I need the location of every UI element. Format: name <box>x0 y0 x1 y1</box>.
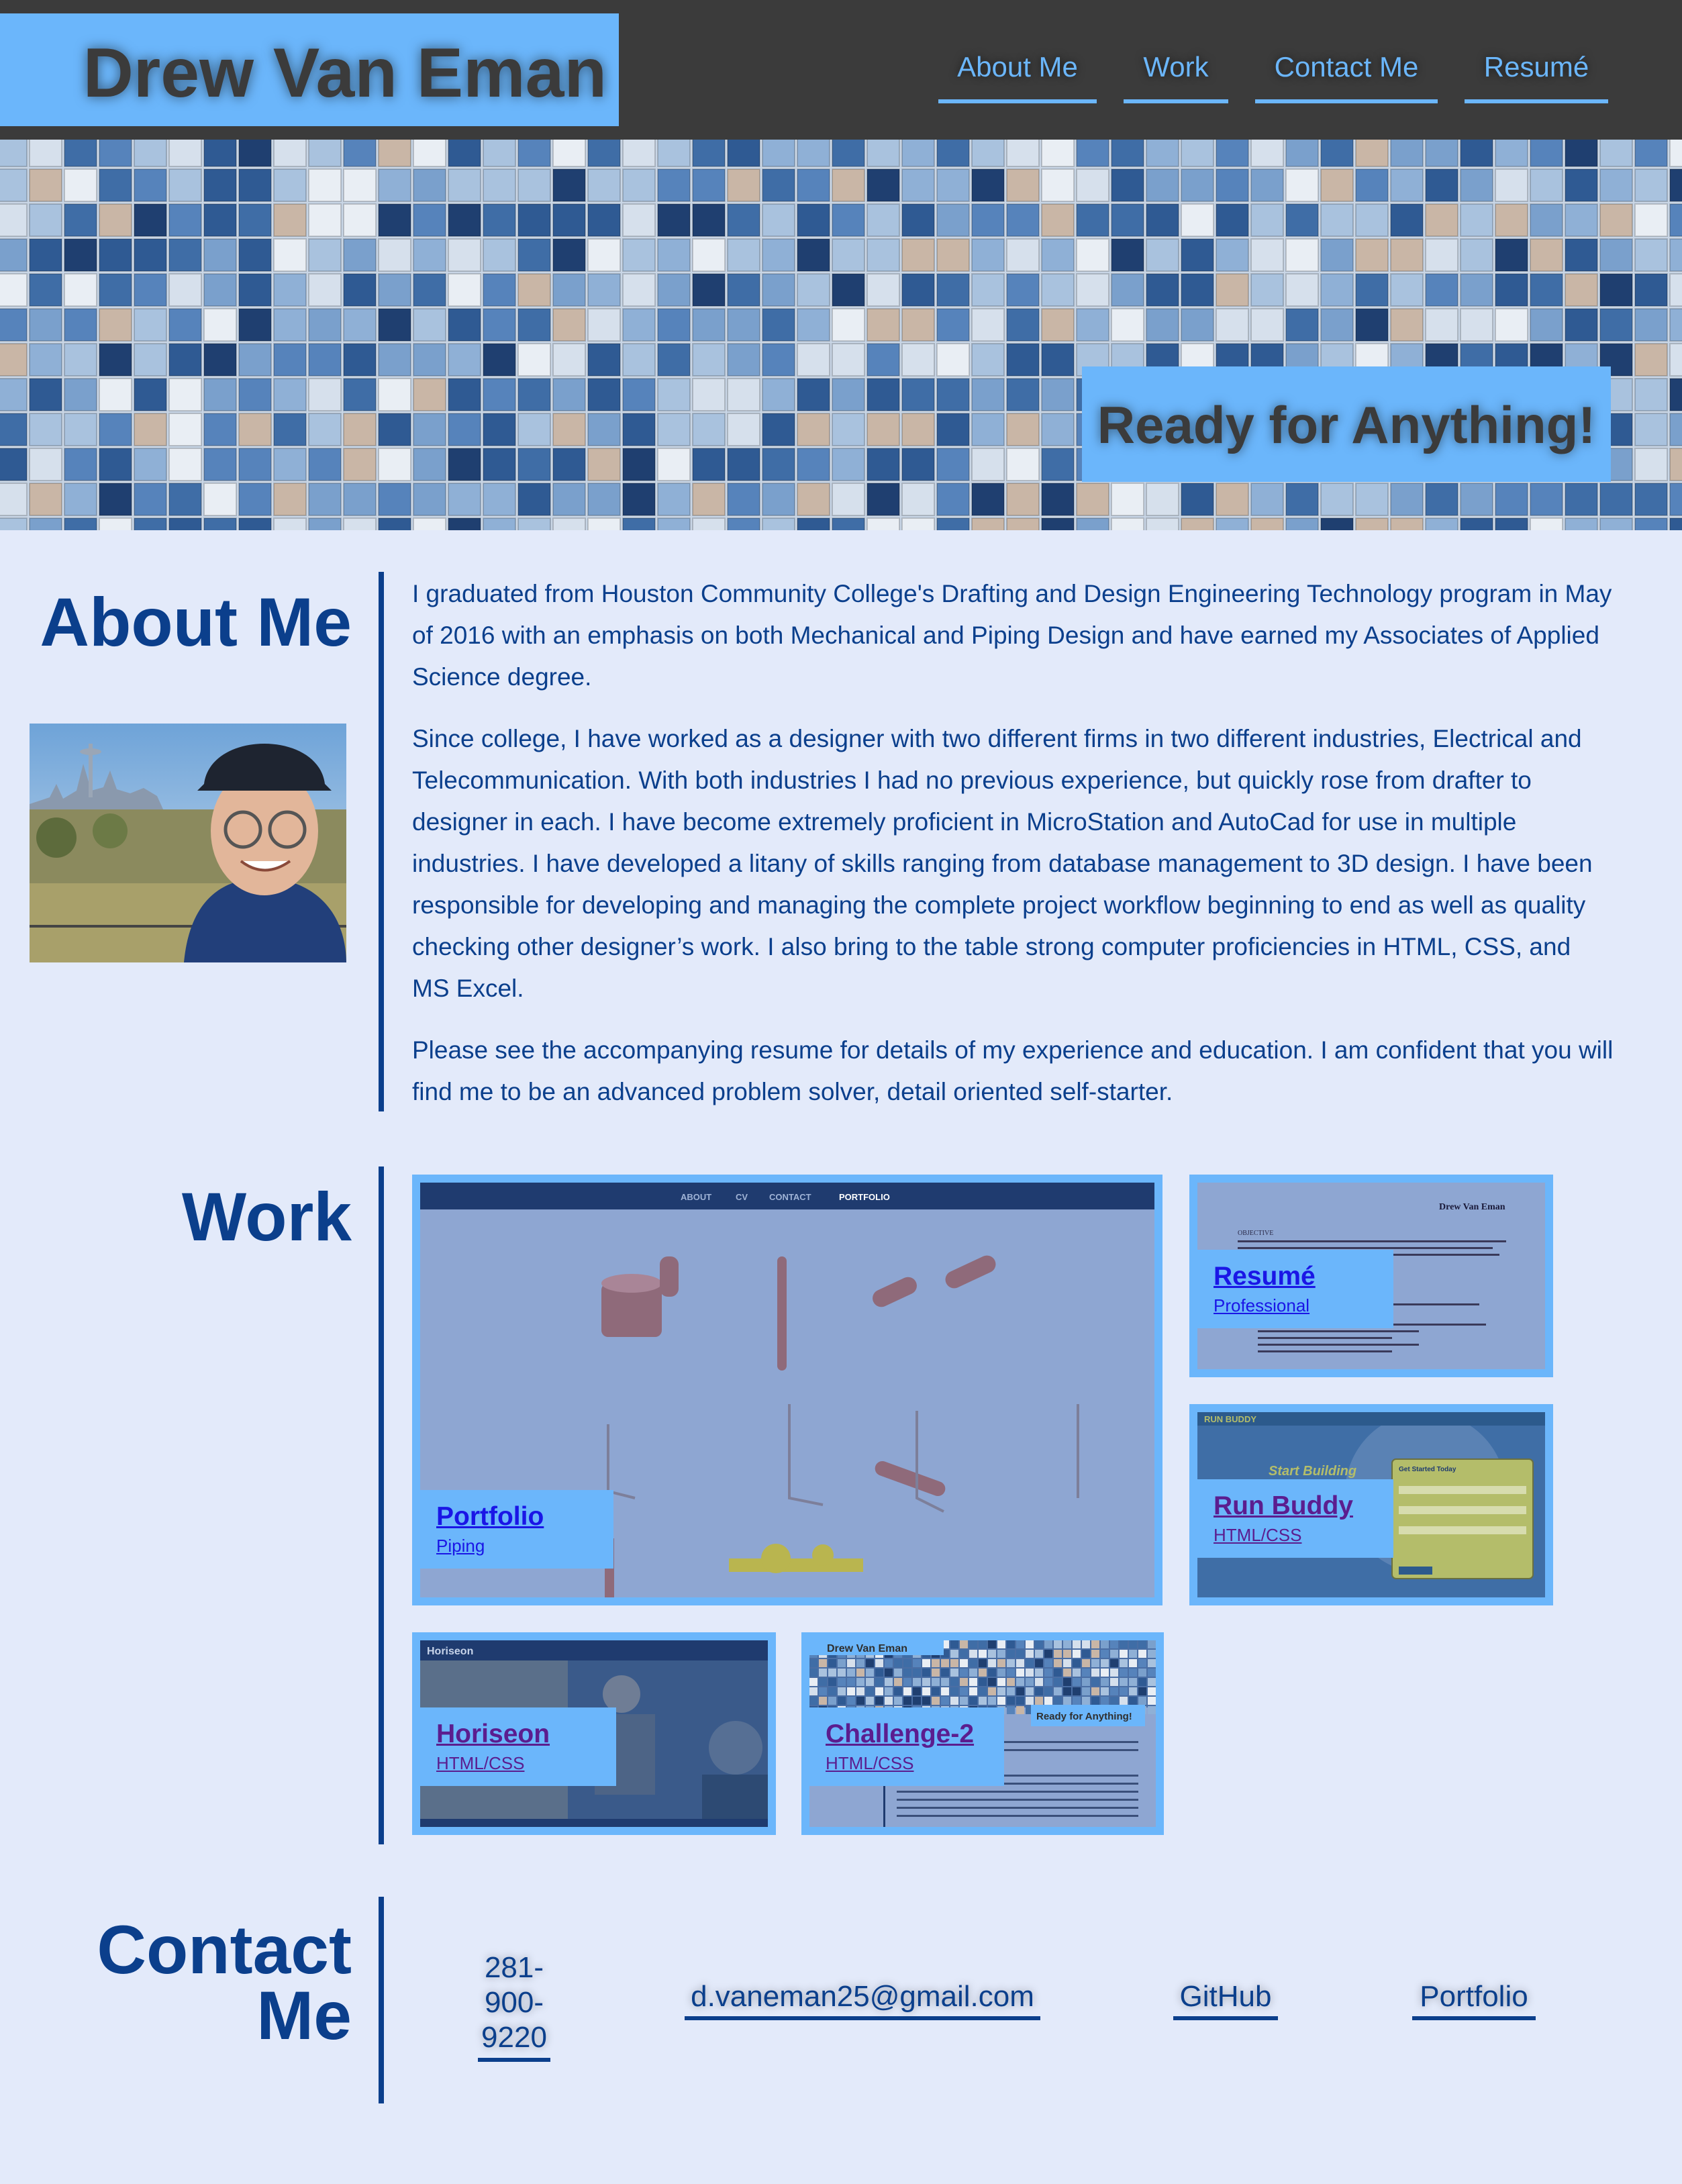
work-title: Work <box>181 1179 352 1255</box>
hero-tagline: Ready for Anything! <box>1097 395 1596 454</box>
contact-phone-link[interactable]: 281-900-9220 <box>478 1950 550 2062</box>
project-subtitle-link[interactable]: HTML/CSS <box>826 1753 988 1774</box>
project-title-link[interactable]: Portfolio <box>436 1502 597 1532</box>
project-subtitle-link[interactable]: Piping <box>436 1536 597 1556</box>
challenge-thumb-brand: Drew Van Eman <box>827 1643 907 1654</box>
about-paragraph: Since college, I have worked as a design… <box>412 725 1593 1002</box>
site-title: Drew Van Eman <box>83 34 607 112</box>
resume-thumb-name: Drew Van Eman <box>1439 1202 1505 1212</box>
project-title-link[interactable]: Horiseon <box>436 1720 600 1749</box>
about-paragraph: Please see the accompanying resume for d… <box>412 1036 1614 1105</box>
contact-email-link[interactable]: d.vaneman25@gmail.com <box>685 1980 1040 2020</box>
project-card-horiseon[interactable]: Horiseon Horiseon HTML/CSS <box>412 1632 776 1835</box>
hero-banner: Ready for Anything! <box>0 140 1682 530</box>
run-buddy-thumb-brand: RUN BUDDY <box>1204 1414 1256 1424</box>
portfolio-thumb-nav-contact: CONTACT <box>769 1192 811 1202</box>
profile-photo <box>30 724 346 962</box>
nav-about-me[interactable]: About Me <box>938 46 1097 103</box>
project-subtitle-link[interactable]: HTML/CSS <box>436 1753 600 1774</box>
project-subtitle-link[interactable]: Professional <box>1214 1295 1377 1316</box>
about-title: About Me <box>40 584 352 660</box>
nav-contact-me[interactable]: Contact Me <box>1255 46 1438 103</box>
site-header: Drew Van Eman About Me Work Contact Me R… <box>0 0 1682 140</box>
project-title-link[interactable]: Challenge-2 <box>826 1720 988 1749</box>
about-divider <box>379 572 384 1111</box>
nav-resume[interactable]: Resumé <box>1465 46 1608 103</box>
about-content: I graduated from Houston Community Colle… <box>412 573 1614 1133</box>
project-card-resume[interactable]: Drew Van Eman OBJECTIVE Resumé Professio… <box>1189 1175 1553 1377</box>
portfolio-thumb-nav-about: ABOUT <box>681 1192 711 1202</box>
portfolio-thumb-nav-portfolio: PORTFOLIO <box>839 1192 890 1202</box>
resume-thumb-objective: OBJECTIVE <box>1238 1230 1273 1237</box>
contact-divider <box>379 1897 384 2103</box>
work-divider <box>379 1167 384 1844</box>
project-title-link[interactable]: Run Buddy <box>1214 1491 1377 1521</box>
contact-github-link[interactable]: GitHub <box>1173 1980 1278 2020</box>
project-label: Portfolio Piping <box>420 1490 613 1569</box>
contact-portfolio-link[interactable]: Portfolio <box>1412 1980 1536 2020</box>
about-paragraph: I graduated from Houston Community Colle… <box>412 580 1612 691</box>
contact-title: Contact Me <box>97 1912 352 2054</box>
run-buddy-thumb-form-title: Get Started Today <box>1399 1466 1456 1473</box>
project-title-link[interactable]: Resumé <box>1214 1262 1377 1291</box>
run-buddy-thumb-headline: Start Building <box>1269 1464 1356 1479</box>
project-label: Run Buddy HTML/CSS <box>1197 1479 1393 1558</box>
project-card-portfolio[interactable]: ABOUT CV CONTACT PORTFOLIO Portfolio Pip… <box>412 1175 1162 1605</box>
horiseon-thumb-brand: Horiseon <box>427 1646 473 1657</box>
hero-badge: Ready for Anything! <box>1082 366 1611 482</box>
project-card-run-buddy[interactable]: RUN BUDDY Start Building Get Started Tod… <box>1189 1404 1553 1605</box>
project-subtitle-link[interactable]: HTML/CSS <box>1214 1525 1377 1546</box>
project-label: Challenge-2 HTML/CSS <box>809 1707 1004 1786</box>
challenge-thumb-tagline: Ready for Anything! <box>1036 1711 1132 1722</box>
nav-work[interactable]: Work <box>1124 46 1228 103</box>
portfolio-thumb-nav-cv: CV <box>736 1192 748 1202</box>
project-label: Resumé Professional <box>1197 1250 1393 1328</box>
brand-box: Drew Van Eman <box>0 13 619 126</box>
project-label: Horiseon HTML/CSS <box>420 1707 616 1786</box>
project-card-challenge-2[interactable]: Drew Van Eman Ready for Anything! Challe… <box>801 1632 1164 1835</box>
